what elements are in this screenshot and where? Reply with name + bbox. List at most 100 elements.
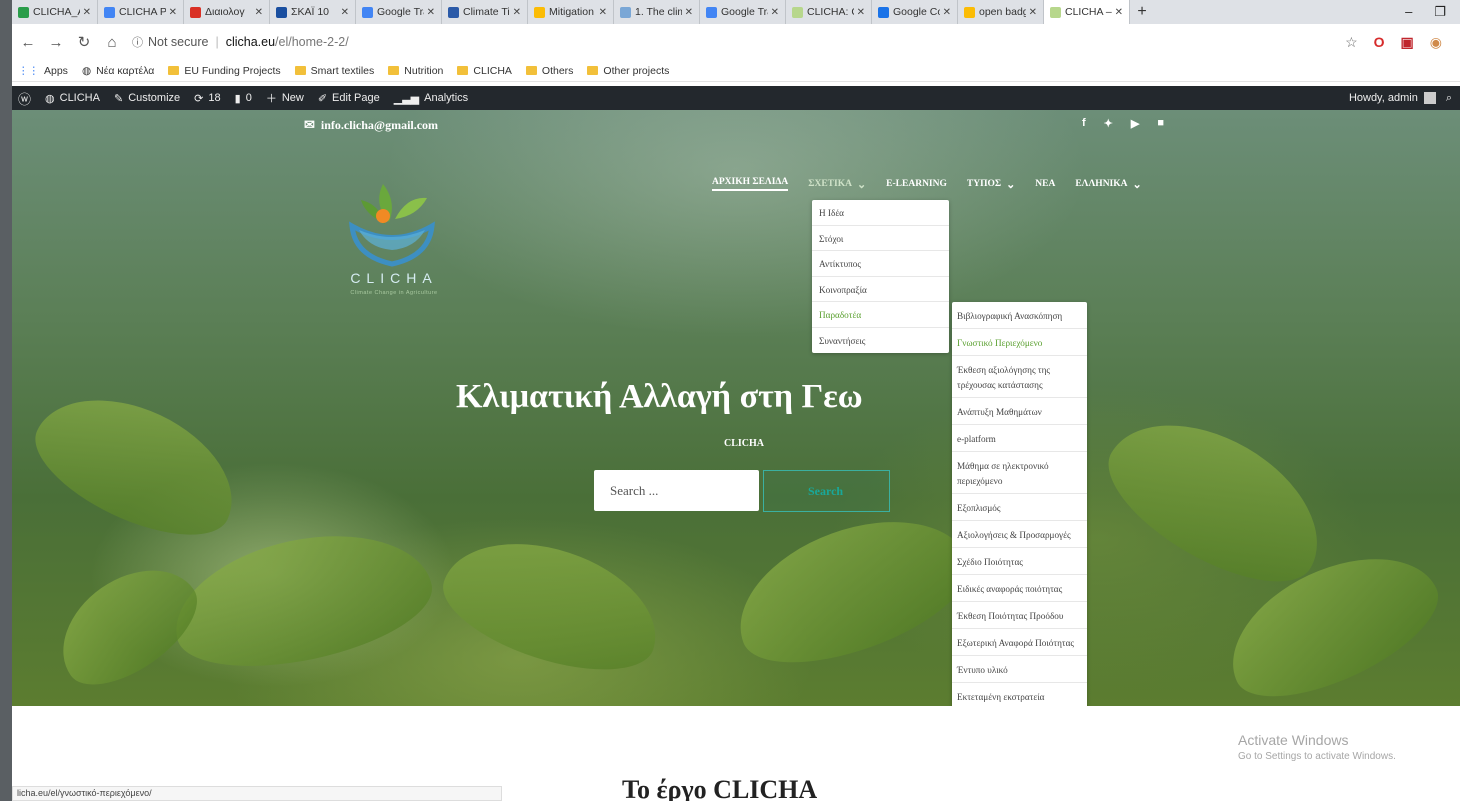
tab-close-icon[interactable]: ✕	[771, 7, 779, 18]
tab-close-icon[interactable]: ✕	[341, 7, 349, 18]
browser-tab[interactable]: Mitigation ✕	[528, 0, 614, 24]
tab-close-icon[interactable]: ✕	[427, 7, 435, 18]
browser-tab[interactable]: Διαιολογ ✕	[184, 0, 270, 24]
submenu-item[interactable]: Ειδικές αναφοράς ποιότητας	[952, 575, 1087, 602]
palette-icon: ◍	[45, 92, 55, 105]
browser-tab[interactable]: CLICHA – ✕	[1044, 0, 1130, 24]
browser-tab[interactable]: Google Co ✕	[872, 0, 958, 24]
browser-tab[interactable]: CLICHA: Co✕	[786, 0, 872, 24]
info-icon[interactable]: ⓘ	[132, 34, 143, 50]
browser-tab[interactable]: Google Tra✕	[356, 0, 442, 24]
nav-item[interactable]: ΕΛΛΗΝΙΚΑ ⌄	[1075, 177, 1141, 191]
submenu-item[interactable]: Αντίκτυπος	[812, 251, 949, 277]
submenu-item[interactable]: e-platform	[952, 425, 1087, 452]
submenu-item[interactable]: Έκθεση αξιολόγησης της τρέχουσας κατάστα…	[952, 356, 1087, 398]
tab-close-icon[interactable]: ✕	[685, 7, 693, 18]
search-icon[interactable]: ⌕	[1446, 92, 1452, 105]
browser-tab[interactable]: open badg ✕	[958, 0, 1044, 24]
tab-title: Climate Tim	[463, 6, 510, 18]
logo-tagline: Climate Change in Agriculture	[350, 290, 438, 296]
nav-item[interactable]: ΣΧΕΤΙΚΑ ⌄	[808, 177, 866, 191]
wp-new-link[interactable]: ＋ New	[266, 90, 304, 106]
home-icon[interactable]: ⌂	[100, 34, 124, 51]
bookmark-star-icon[interactable]: ☆	[1345, 34, 1358, 51]
tab-close-icon[interactable]: ✕	[83, 7, 91, 18]
wp-edit-page-link[interactable]: ✐ Edit Page	[318, 92, 380, 105]
submenu-item[interactable]: Εξωτερική Αναφορά Ποιότητας	[952, 629, 1087, 656]
submenu-item[interactable]: Κοινοπραξία	[812, 277, 949, 302]
admin-avatar	[1423, 92, 1436, 104]
bookmark-item[interactable]: Nutrition	[388, 65, 443, 77]
minimize-icon[interactable]: –	[1405, 4, 1412, 20]
facebook-icon[interactable]: f	[1082, 117, 1086, 130]
url-field[interactable]: ⓘ Not secure | clicha.eu /el/home-2-2/	[132, 29, 1322, 55]
contact-email[interactable]: ✉ info.clicha@gmail.com	[304, 117, 438, 133]
back-icon[interactable]: ←	[16, 34, 40, 51]
wp-updates-link[interactable]: ⟳ 18	[194, 92, 220, 105]
wordpress-logo-icon[interactable]: ⓦ	[18, 89, 31, 108]
wp-customize-link[interactable]: ✎ Customize	[114, 92, 180, 105]
tab-close-icon[interactable]: ✕	[255, 7, 263, 18]
deliverables-submenu: Βιβλιογραφική Ανασκόπηση Γνωστικό Περιεχό…	[952, 302, 1087, 706]
search-input[interactable]	[594, 470, 759, 511]
nav-item[interactable]: ΤΥΠΟΣ ⌄	[967, 177, 1015, 191]
browser-tab[interactable]: CLICHA_ALI✕	[12, 0, 98, 24]
submenu-item[interactable]: Η Ιδέα	[812, 200, 949, 226]
bookmark-item[interactable]: ⋮⋮ Apps	[18, 65, 68, 77]
submenu-item[interactable]: Έκθεση Ποιότητας Προόδου	[952, 602, 1087, 629]
tab-close-icon[interactable]: ✕	[513, 7, 521, 18]
nav-item[interactable]: ΝΕΑ	[1035, 177, 1055, 191]
tab-close-icon[interactable]: ✕	[599, 7, 607, 18]
tab-close-icon[interactable]: ✕	[1029, 7, 1037, 18]
nav-item-label: E-LEARNING	[886, 179, 947, 189]
forward-icon[interactable]: →	[44, 34, 68, 51]
submenu-item[interactable]: Στόχοι	[812, 226, 949, 251]
bookmark-item[interactable]: Other projects	[587, 65, 669, 77]
browser-tab[interactable]: 1. The clima✕	[614, 0, 700, 24]
bookmark-item[interactable]: CLICHA	[457, 65, 512, 77]
bookmark-item[interactable]: Smart textiles	[294, 65, 374, 77]
nav-item[interactable]: E-LEARNING	[886, 177, 947, 191]
tab-close-icon[interactable]: ✕	[857, 7, 865, 18]
opera-extension-icon[interactable]: O	[1374, 34, 1385, 50]
maximize-icon[interactable]: ❐	[1434, 4, 1446, 20]
submenu-item[interactable]: Συναντήσεις	[812, 328, 949, 354]
submenu-item[interactable]: Μάθημα σε ηλεκτρονικό περιεχόμενο	[952, 452, 1087, 494]
submenu-item[interactable]: Παραδοτέα	[812, 302, 949, 328]
wp-account[interactable]: Howdy, admin ⌕	[1349, 92, 1460, 105]
tab-close-icon[interactable]: ✕	[943, 7, 951, 18]
new-tab-button[interactable]: +	[1130, 3, 1154, 21]
browser-tab[interactable]: ΣΚΑΪ 10 ✕	[270, 0, 356, 24]
wp-analytics-link[interactable]: ▁▃▅ Analytics	[394, 92, 468, 105]
bookmark-item[interactable]: Others	[525, 65, 573, 77]
submenu-item[interactable]: Έντυπο υλικό	[952, 656, 1087, 683]
reload-icon[interactable]: ↻	[72, 33, 96, 51]
blog-icon[interactable]: ■	[1157, 117, 1164, 130]
submenu-item[interactable]: Σχέδιο Ποιότητας	[952, 548, 1087, 575]
bookmark-item[interactable]: ◍ Νέα καρτέλα	[82, 65, 154, 77]
submenu-item[interactable]: Ανάπτυξη Μαθημάτων	[952, 398, 1087, 425]
tab-close-icon[interactable]: ✕	[1115, 7, 1123, 18]
pdf-extension-icon[interactable]: ▣	[1401, 34, 1414, 51]
tab-close-icon[interactable]: ✕	[169, 7, 177, 18]
bookmark-item[interactable]: EU Funding Projects	[168, 65, 281, 77]
tab-list: CLICHA_ALI✕CLICHA Pa✕Διαιολογ✕ΣΚΑΪ 10✕Go…	[12, 0, 1130, 24]
nav-item[interactable]: ΑΡΧΙΚΗ ΣΕΛΙΔΑ	[712, 177, 789, 191]
browser-tab[interactable]: Google Tra✕	[700, 0, 786, 24]
wp-site-link[interactable]: ◍ CLICHA	[45, 92, 100, 105]
submenu-item[interactable]: Αξιολογήσεις & Προσαρμογές	[952, 521, 1087, 548]
tab-favicon-icon	[104, 6, 115, 18]
search-button[interactable]: Search	[763, 470, 890, 512]
submenu-item[interactable]: Εκτεταμένη εκστρατεία ηλεκτρονικής διάδο…	[952, 683, 1087, 706]
submenu-item[interactable]: Εξοπλισμός	[952, 494, 1087, 521]
twitter-icon[interactable]: ✦	[1104, 117, 1113, 130]
submenu-item[interactable]: Βιβλιογραφική Ανασκόπηση	[952, 302, 1087, 329]
bookmarks-bar: ⋮⋮ Apps ◍ Νέα καρτέλα EU Funding Projects Sma…	[12, 60, 1460, 82]
submenu-item[interactable]: Γνωστικό Περιεχόμενο	[952, 329, 1087, 356]
youtube-icon[interactable]: ▶	[1131, 117, 1139, 130]
browser-tab[interactable]: Climate Tim✕	[442, 0, 528, 24]
wp-comments-link[interactable]: ▮ 0	[235, 92, 252, 105]
wp-updates-count: 18	[208, 92, 221, 104]
profile-avatar-icon[interactable]: ◉	[1430, 34, 1442, 51]
browser-tab[interactable]: CLICHA Pa✕	[98, 0, 184, 24]
